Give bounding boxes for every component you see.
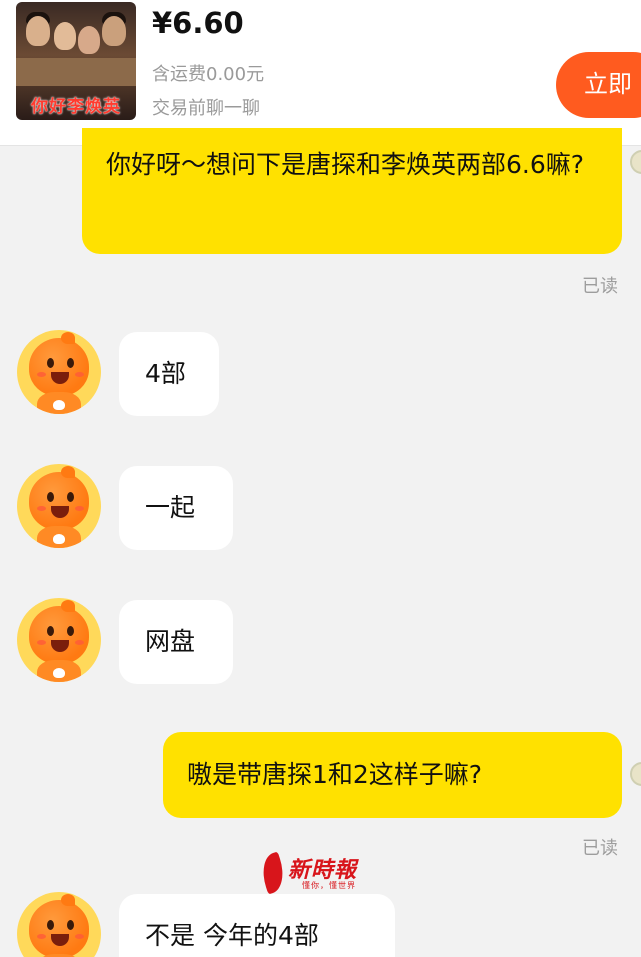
avatar-cheek [37,372,46,377]
avatar-eye [47,626,54,636]
poster-title: 你好李焕英 [31,97,121,117]
outgoing-message[interactable]: 嗷是带唐探1和2这样子嘛? [163,732,622,818]
seller-avatar[interactable] [17,464,101,548]
avatar-head [29,472,89,530]
avatar-cheek [75,934,84,939]
product-header: 你好李焕英 ¥6.60 含运费0.00元 交易前聊一聊 立即 [0,0,641,146]
avatar-eye [67,920,74,930]
seller-avatar[interactable] [17,330,101,414]
avatar-eye [47,492,54,502]
user-avatar[interactable] [630,150,641,174]
seller-avatar[interactable] [17,598,101,682]
read-status: 已读 [582,276,618,297]
poster-figure [78,26,100,54]
chat-hint: 交易前聊一聊 [152,98,260,119]
heart-icon [53,534,65,544]
outgoing-message[interactable]: 你好呀～想问下是唐探和李焕英两部6.6嘛? [82,128,622,254]
feather-logo-icon [256,851,290,895]
incoming-message[interactable]: 4部 [119,332,219,416]
avatar-head [29,338,89,396]
avatar-cheek [75,506,84,511]
poster-table [16,58,136,86]
avatar-eye [47,920,54,930]
avatar-cheek [75,640,84,645]
product-price: ¥6.60 [152,6,244,40]
avatar-cheek [37,934,46,939]
seller-avatar[interactable] [17,892,101,957]
incoming-message[interactable]: 一起 [119,466,233,550]
newspaper-watermark: 新時報 懂你，懂世界 [256,851,372,895]
product-thumbnail[interactable]: 你好李焕英 [16,2,136,120]
avatar-tuft [61,600,75,612]
avatar-head [29,900,89,957]
avatar-head [29,606,89,664]
poster-figure [102,16,126,46]
avatar-cheek [37,640,46,645]
shipping-info: 含运费0.00元 [152,64,265,85]
avatar-tuft [61,894,75,906]
user-avatar[interactable] [630,762,641,786]
avatar-eye [67,626,74,636]
buy-now-button[interactable]: 立即 [556,52,641,118]
avatar-eye [47,358,54,368]
read-status: 已读 [582,838,618,859]
avatar-cheek [75,372,84,377]
incoming-message[interactable]: 不是 今年的4部 [119,894,395,957]
heart-icon [53,400,65,410]
avatar-tuft [61,466,75,478]
watermark-subtitle: 懂你，懂世界 [302,881,356,890]
avatar-tuft [61,332,75,344]
avatar-eye [67,492,74,502]
avatar-cheek [37,506,46,511]
avatar-eye [67,358,74,368]
poster-figure [54,22,76,50]
incoming-message[interactable]: 网盘 [119,600,233,684]
heart-icon [53,668,65,678]
poster-figure [26,16,50,46]
